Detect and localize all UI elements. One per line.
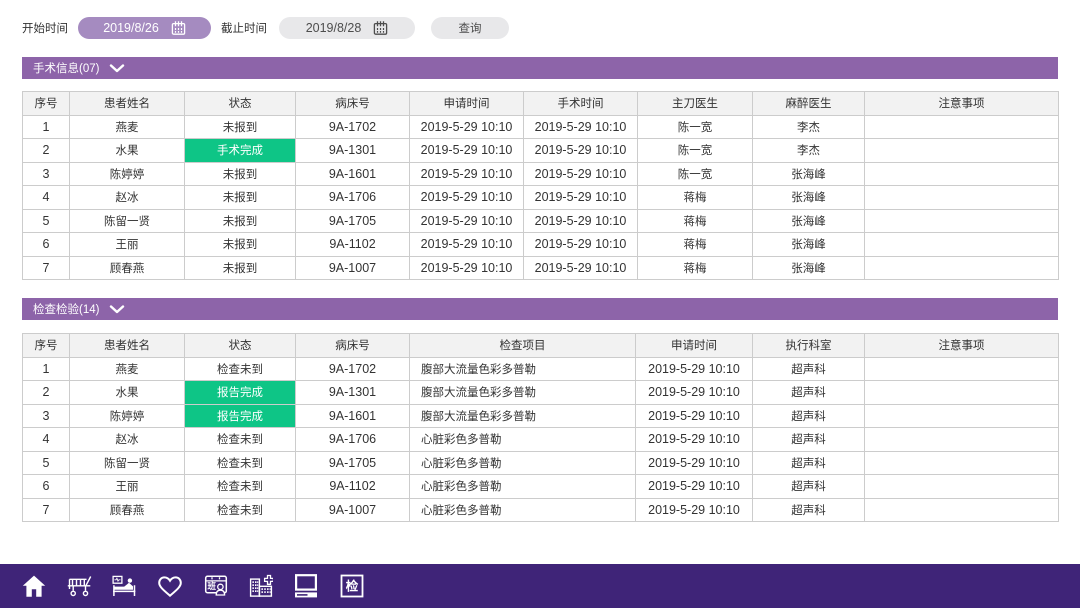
svg-text:班: 班 bbox=[208, 581, 217, 591]
svg-text:检: 检 bbox=[345, 579, 358, 594]
